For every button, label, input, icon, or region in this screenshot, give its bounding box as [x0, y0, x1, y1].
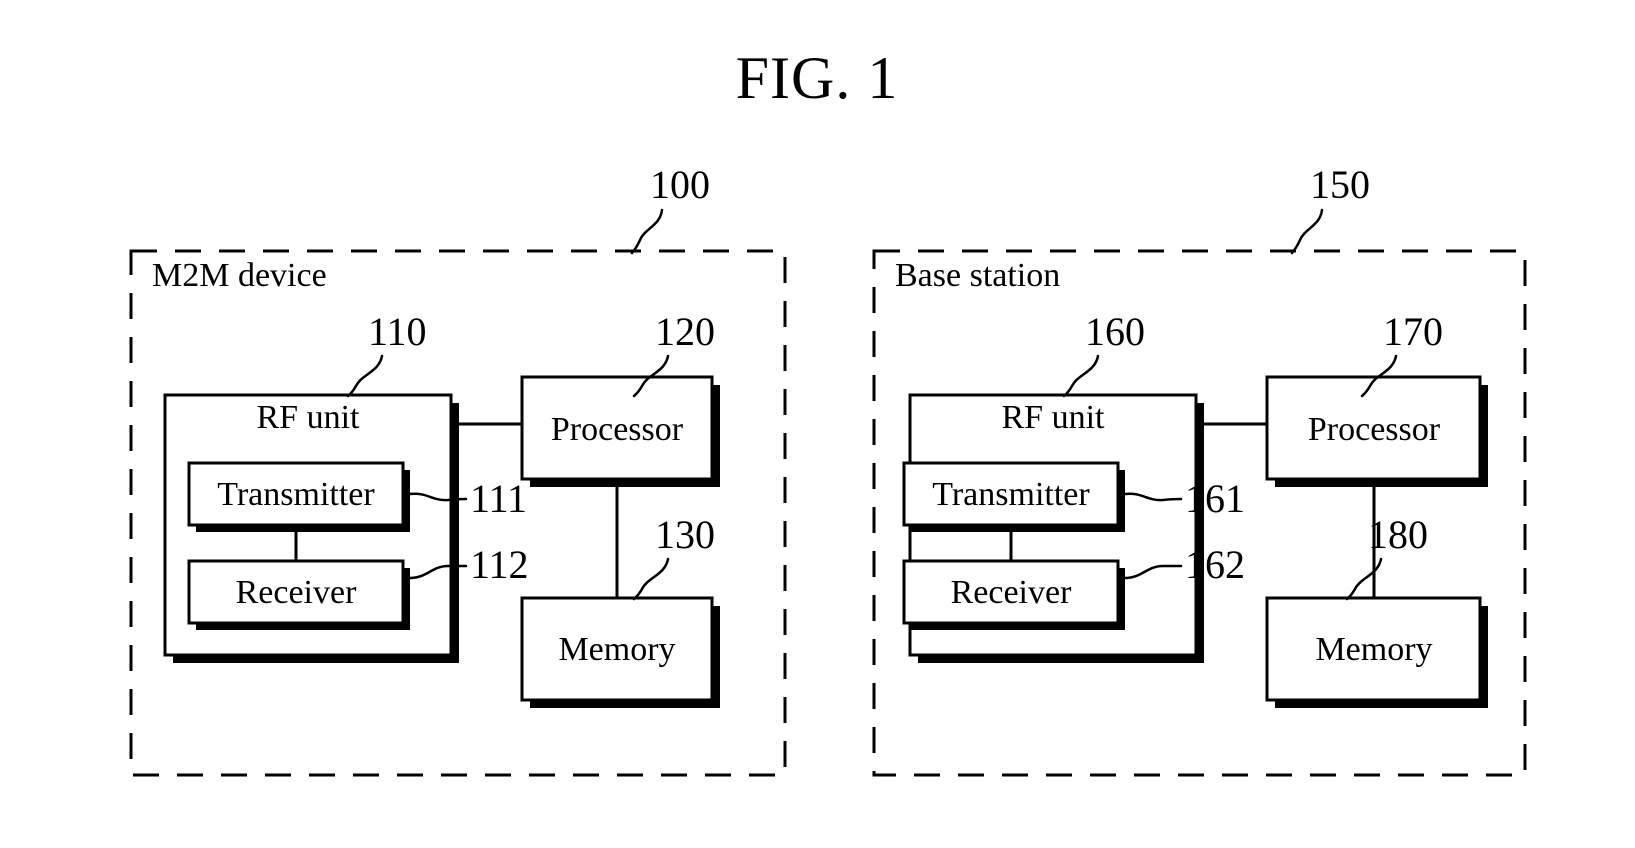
ref-number-112: 112 [470, 542, 529, 587]
ref-number-111: 111 [470, 476, 527, 521]
figure-canvas: FIG. 1 M2M device 100 RF unit 110 Transm… [0, 0, 1635, 848]
transmitter-label: Transmitter [932, 476, 1090, 513]
leader-line-150 [1290, 208, 1324, 255]
ref-number-110: 110 [368, 309, 427, 354]
leader-line-160 [1062, 354, 1100, 398]
leader-line-130 [632, 557, 670, 601]
panel-base-station: Base station 150 RF unit 160 Transmitter… [872, 162, 1527, 777]
processor-label: Processor [1308, 411, 1441, 448]
receiver-label: Receiver [951, 574, 1072, 611]
ref-number-150: 150 [1310, 162, 1370, 207]
ref-number-160: 160 [1085, 309, 1145, 354]
rf-unit-label: RF unit [257, 399, 361, 436]
memory-label: Memory [1315, 631, 1432, 668]
figure-title: FIG. 1 [736, 45, 899, 111]
figure-diagram: FIG. 1 M2M device 100 RF unit 110 Transm… [129, 45, 1527, 777]
ref-number-161: 161 [1185, 476, 1245, 521]
rf-unit-label: RF unit [1002, 399, 1106, 436]
processor-label: Processor [551, 411, 684, 448]
ref-number-100: 100 [650, 162, 710, 207]
transmitter-label: Transmitter [217, 476, 375, 513]
ref-number-130: 130 [655, 512, 715, 557]
ref-number-180: 180 [1368, 512, 1428, 557]
m2m-device-panel-label: M2M device [152, 257, 327, 294]
leader-line-100 [630, 208, 664, 255]
ref-number-162: 162 [1185, 542, 1245, 587]
receiver-label: Receiver [236, 574, 357, 611]
base-station-panel-label: Base station [895, 257, 1060, 294]
ref-number-170: 170 [1383, 309, 1443, 354]
leader-line-180 [1345, 557, 1383, 601]
leader-line-110 [346, 354, 384, 398]
ref-number-120: 120 [655, 309, 715, 354]
panel-m2m-device: M2M device 100 RF unit 110 Transmitter R… [129, 162, 787, 777]
memory-label: Memory [558, 631, 675, 668]
